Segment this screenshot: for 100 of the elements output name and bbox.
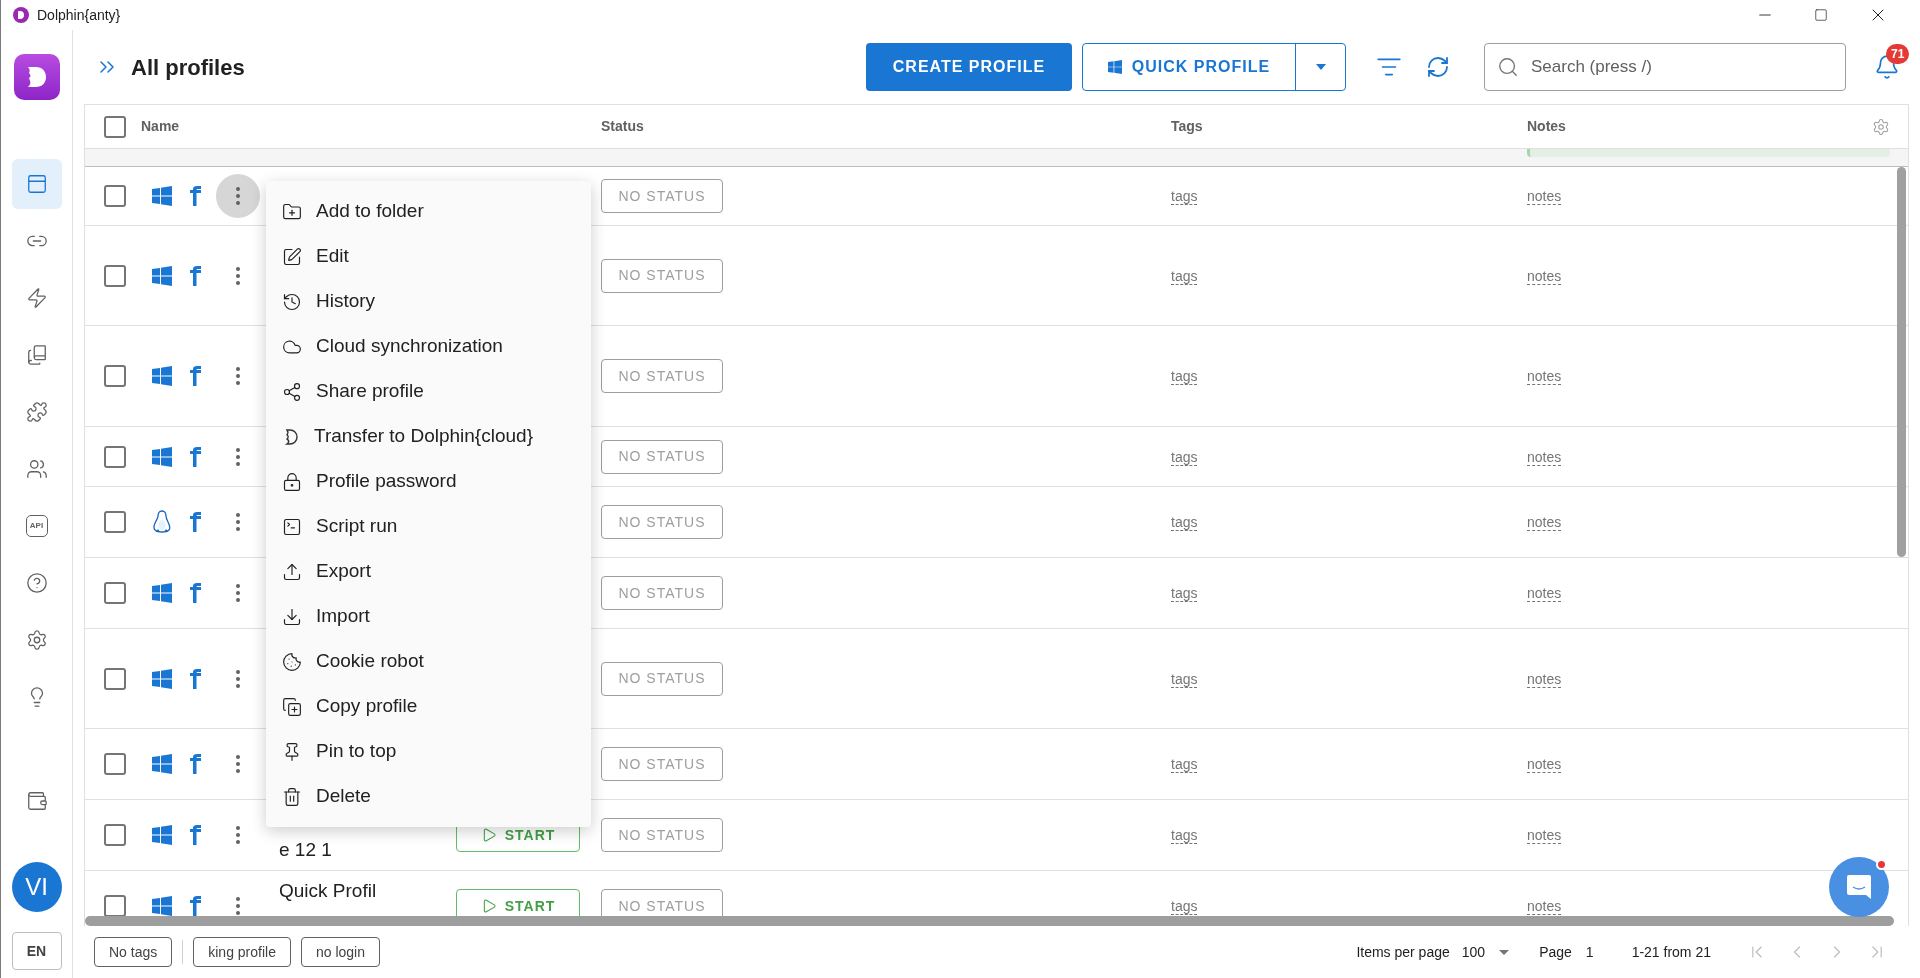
language-button[interactable]: EN [11,932,62,970]
menu-item[interactable]: Add to folder [266,189,591,234]
page-range: 1-21 from 21 [1631,942,1711,962]
tag-filter-chip[interactable]: king profile [193,937,291,967]
profile-name: Quick Profil [279,880,377,901]
menu-item[interactable]: Edit [266,234,591,279]
checkbox[interactable] [104,445,126,468]
dolphin-icon [282,427,300,446]
menu-item[interactable]: Share profile [266,369,591,414]
checkbox[interactable] [104,667,126,690]
tags-link[interactable]: tags [1171,368,1198,385]
menu-item[interactable]: Copy profile [266,684,591,729]
menu-item[interactable]: Cookie robot [266,639,591,684]
tags-link[interactable]: tags [1171,827,1198,844]
checkbox[interactable] [104,264,126,287]
notes-link[interactable]: notes [1527,670,1562,688]
notes-link[interactable]: notes [1527,514,1562,531]
menu-item[interactable]: Pin to top [266,729,591,774]
status-button[interactable]: NO STATUS [601,576,723,610]
notes-link[interactable]: notes [1527,188,1562,205]
browser-logo-icon [190,825,202,845]
search-field[interactable]: Search (press /) [1484,43,1846,91]
status-button[interactable]: NO STATUS [601,505,723,539]
checkbox[interactable] [104,185,126,207]
checkbox[interactable] [104,365,126,387]
maximize-icon[interactable] [1814,8,1828,22]
menu-item[interactable]: Transfer to Dolphin{cloud} [266,414,591,459]
user-avatar[interactable]: VI [11,862,62,912]
settings-icon[interactable] [1872,117,1890,136]
more-button[interactable] [216,174,260,218]
menu-item[interactable]: Profile password [266,459,591,504]
trash-icon [282,786,302,807]
menu-item[interactable]: Import [266,594,591,639]
browser-logo-icon [190,186,202,206]
tags-link[interactable]: tags [1171,898,1198,915]
browser-logo-icon [190,583,202,603]
tags-link[interactable]: tags [1171,670,1198,688]
notes-link[interactable]: notes [1527,267,1562,285]
lightning-icon [25,287,48,309]
app-logo[interactable] [13,54,60,100]
status-button[interactable]: NO STATUS [601,661,723,696]
history-icon [282,291,302,312]
notes-link[interactable]: notes [1527,448,1562,466]
column-header: Tags [1171,117,1204,136]
status-button[interactable]: NO STATUS [601,359,723,393]
status-button[interactable]: NO STATUS [601,818,723,852]
notification-badge: 71 [1886,44,1910,64]
notes-link[interactable]: notes [1527,585,1562,602]
pencil-icon [282,246,302,267]
search-icon [1497,56,1519,78]
menu-item[interactable]: Cloud synchronization [266,324,591,369]
tag-filter-chip[interactable]: no login [300,937,380,967]
tags-link[interactable]: tags [1171,585,1198,602]
vertical-scrollbar[interactable] [1897,167,1906,557]
items-per-page-select[interactable]: 100 [1461,941,1510,963]
notes-link[interactable]: notes [1527,898,1562,915]
tags-link[interactable]: tags [1171,267,1198,285]
status-button[interactable]: NO STATUS [601,179,723,213]
tags-link[interactable]: tags [1171,514,1198,531]
checkbox[interactable] [104,511,126,533]
status-button[interactable]: NO STATUS [601,747,723,781]
checkbox[interactable] [104,582,126,604]
windows-icon [152,754,172,774]
menu-item[interactable]: Export [266,549,591,594]
browser-logo-icon [190,265,202,286]
checkbox[interactable] [104,824,126,846]
horizontal-scrollbar[interactable] [85,916,1894,926]
browser-window-icon [25,173,48,195]
download-icon [282,606,302,627]
windows-icon [152,896,172,916]
checkbox[interactable] [104,895,126,916]
browser-logo-icon [190,896,202,916]
create-profile-button[interactable]: CREATE PROFILE [866,43,1072,91]
tags-link[interactable]: tags [1171,448,1198,466]
users-icon [25,458,48,480]
sidebar-item[interactable] [11,159,62,209]
status-button[interactable]: NO STATUS [601,258,723,293]
menu-item[interactable]: History [266,279,591,324]
checkbox[interactable] [104,753,126,775]
refresh-icon[interactable] [1426,55,1450,79]
folder-plus-icon [282,201,302,222]
windows-icon [152,583,172,603]
notes-link[interactable]: notes [1527,827,1562,844]
tag-filter-chip[interactable]: No tags [94,937,173,967]
menu-item[interactable]: Delete [266,774,591,819]
wallet-icon[interactable] [25,790,48,812]
notes-link[interactable]: notes [1527,756,1562,773]
column-header: Notes [1527,117,1567,136]
chat-button[interactable] [1829,857,1889,917]
checkbox[interactable] [104,115,126,138]
lock-icon [282,471,302,492]
browser-logo-icon [190,512,202,532]
tags-link[interactable]: tags [1171,188,1198,205]
sidebar-item[interactable]: API [11,501,62,551]
cookie-icon [282,651,302,672]
notes-link[interactable]: notes [1527,368,1562,385]
status-button[interactable]: NO STATUS [601,439,723,474]
tags-link[interactable]: tags [1171,756,1198,773]
menu-item[interactable]: Script run [266,504,591,549]
browser-logo-icon [190,754,202,774]
